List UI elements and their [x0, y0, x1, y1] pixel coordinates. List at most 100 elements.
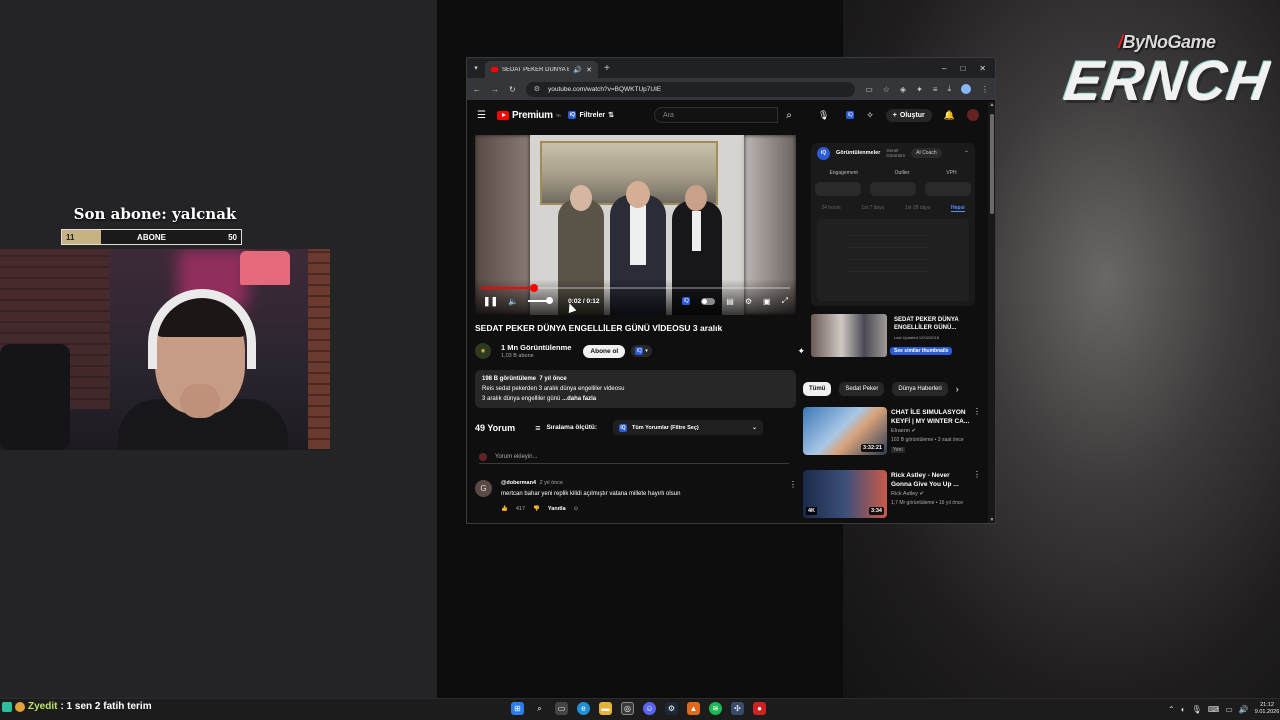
see-similar-thumbnails-button[interactable]: See similar thumbnails — [890, 347, 953, 355]
chevron-right-icon[interactable]: › — [956, 384, 959, 394]
app-orange-icon[interactable]: ▲ — [687, 702, 700, 715]
video-player[interactable]: ❚❚ 🔈 0:02 / 0:12 iQ ▤ ⚙ ▣ ⤢ — [475, 135, 796, 315]
comment-filter-select[interactable]: iQ Tüm Yorumlar (Filtre Seç) ⌄ — [613, 420, 764, 435]
download-icon[interactable]: ⤓ — [947, 84, 951, 94]
miniplayer-icon[interactable]: ▣ — [763, 297, 771, 306]
reload-icon[interactable]: ↻ — [509, 85, 516, 94]
recommendation-item[interactable]: 3:32:21 CHAT İLE SIMULASYON KEYFİ | MY W… — [803, 407, 981, 457]
vidiq-tab-views[interactable]: Görüntülenmeler — [836, 150, 880, 156]
recommendation-thumbnail[interactable]: 4K 3:34 — [803, 470, 887, 518]
desc-more-link[interactable]: ...daha fazla — [562, 396, 596, 402]
browser-menu-icon[interactable]: ⋮ — [981, 85, 989, 94]
recommendation-thumbnail[interactable]: 3:32:21 — [803, 407, 887, 455]
search-button[interactable]: ⌕ — [778, 107, 800, 123]
range-28d[interactable]: 1st 28 days — [905, 205, 931, 212]
range-7d[interactable]: 1st 7 days — [861, 205, 884, 212]
edge-icon[interactable]: e — [577, 702, 590, 715]
pause-icon[interactable]: ❚❚ — [483, 296, 498, 307]
discord-icon[interactable]: ☺ — [643, 702, 656, 715]
taskbar-clock[interactable]: 21:12 9.01.2026 — [1255, 702, 1279, 716]
settings-gear-icon[interactable]: ⚙ — [745, 297, 752, 306]
tray-chevron-icon[interactable]: ⌃ — [1168, 705, 1175, 714]
volume-slider[interactable] — [528, 297, 554, 304]
forward-icon[interactable]: → — [491, 85, 499, 94]
microphone-icon[interactable]: 🎙 — [818, 110, 829, 121]
recommendation-channel[interactable]: Elraenn ✔ — [891, 428, 916, 434]
filters-button[interactable]: iQ Filtreler ⇅ — [568, 111, 614, 119]
subtitles-icon[interactable]: ▤ — [726, 297, 734, 306]
youtube-premium-logo[interactable]: Premium TR — [497, 110, 561, 121]
youtube-account-avatar[interactable] — [967, 109, 979, 121]
tab-close-icon[interactable]: ✕ — [586, 66, 592, 74]
microphone-tray-icon[interactable]: 🎙 — [1192, 705, 1202, 714]
cast-icon[interactable]: ▭ — [865, 85, 873, 94]
chevron-up-icon[interactable]: ⌃ — [964, 150, 969, 157]
scroll-down-arrow-icon[interactable]: ▼ — [988, 517, 995, 523]
chip-sedat-peker[interactable]: Sedat Peker — [839, 382, 885, 396]
search-input[interactable]: Ara — [654, 107, 778, 123]
app-settings-icon[interactable]: ✣ — [731, 702, 744, 715]
extension-icon[interactable]: ◈ — [900, 85, 906, 94]
recommendation-more-icon[interactable]: ⋮ — [973, 407, 981, 416]
fullscreen-icon[interactable]: ⤢ — [782, 296, 788, 306]
video-progress-bar[interactable] — [481, 284, 790, 292]
puzzle-extensions-icon[interactable]: ✦ — [916, 85, 923, 94]
vidiq-channel-button[interactable]: iQ ▾ — [631, 345, 652, 357]
channel-avatar[interactable]: ◉ — [475, 343, 491, 359]
channel-name[interactable]: 1 Mn Görüntülenme — [501, 343, 571, 352]
recommendation-more-icon[interactable]: ⋮ — [973, 470, 981, 479]
subscribe-button[interactable]: Abone ol — [583, 344, 626, 358]
maximize-button[interactable]: □ — [960, 64, 965, 73]
volume-icon[interactable]: 🔈 — [508, 297, 518, 306]
spotify-icon[interactable]: ≋ — [709, 702, 722, 715]
video-description[interactable]: 198 B görüntüleme 7 yıl önce Reis sedat … — [475, 370, 796, 408]
hamburger-menu-icon[interactable]: ☰ — [477, 110, 493, 121]
network-icon[interactable]: ▭ — [1225, 705, 1233, 714]
close-window-button[interactable]: ✕ — [979, 64, 986, 73]
tab-audio-icon[interactable]: 🔊 — [573, 66, 582, 74]
chrome-icon[interactable]: ◎ — [621, 702, 634, 715]
back-icon[interactable]: ← — [473, 85, 481, 94]
like-icon[interactable]: 👍 — [501, 506, 508, 512]
gemini-sparkle-icon[interactable]: ✧ — [866, 110, 874, 121]
browser-tab-active[interactable]: SEDAT PEKER DÜNYA ENGEL 🔊 ✕ — [485, 61, 598, 78]
profile-avatar[interactable] — [961, 84, 971, 94]
recommendation-title[interactable]: Rick Astley - Never Gonna Give You Up ..… — [891, 471, 971, 489]
scroll-up-arrow-icon[interactable]: ▲ — [988, 102, 995, 108]
site-info-icon[interactable]: ⚙ — [534, 85, 540, 93]
new-tab-button[interactable]: + — [604, 63, 610, 74]
range-all[interactable]: Hepsi — [951, 205, 965, 212]
minimize-button[interactable]: – — [942, 64, 946, 73]
notifications-bell-icon[interactable]: 🔔 — [944, 110, 955, 121]
bookmark-star-icon[interactable]: ☆ — [883, 85, 890, 94]
dislike-icon[interactable]: 👎 — [533, 506, 540, 512]
windows-start-icon[interactable]: ⊞ — [511, 702, 524, 715]
recommendation-channel[interactable]: Rick Astley ✔ — [891, 491, 924, 497]
sort-button[interactable]: ≡ Sıralama ölçütü: — [535, 423, 597, 433]
tab-list-icon[interactable]: ≡ — [933, 85, 938, 94]
comment-ago[interactable]: 2 yıl önce — [540, 480, 564, 486]
create-button[interactable]: + Oluştur — [885, 108, 932, 122]
vidiq-tab-general[interactable]: Genel Görünüm — [886, 148, 905, 158]
comment-author-avatar[interactable]: G — [475, 480, 492, 497]
task-view-icon[interactable]: ▭ — [555, 702, 568, 715]
tab-search-icon[interactable]: ▾ — [467, 58, 485, 78]
chip-world-news[interactable]: Dünya Haberleri — [892, 382, 948, 396]
obs-recording-icon[interactable]: ● — [753, 702, 766, 715]
add-comment-field[interactable]: Yorum ekleyin... — [479, 450, 789, 464]
video-scrubber-handle[interactable] — [529, 284, 538, 292]
file-explorer-icon[interactable]: ▬ — [599, 702, 612, 715]
tray-app-icon[interactable]: ◐ — [1181, 705, 1186, 714]
language-icon[interactable]: ⌨ — [1208, 705, 1220, 714]
taskbar-search-icon[interactable]: ⌕ — [533, 702, 546, 715]
autoplay-toggle[interactable] — [701, 297, 716, 305]
vidiq-ai-coach-button[interactable]: AI Coach — [911, 148, 942, 158]
chip-all[interactable]: Tümü — [803, 382, 832, 396]
reply-button[interactable]: Yanıtla — [548, 506, 566, 512]
page-scrollbar[interactable]: ▲ ▼ — [988, 102, 995, 523]
range-24h[interactable]: 24 hours — [821, 205, 840, 212]
comment-author[interactable]: @doberman4 — [501, 480, 536, 486]
volume-tray-icon[interactable]: 🔊 — [1239, 705, 1249, 714]
extension-sparkle-icon[interactable]: ✦ — [797, 346, 805, 357]
vidiq-player-icon[interactable]: iQ — [682, 297, 691, 305]
